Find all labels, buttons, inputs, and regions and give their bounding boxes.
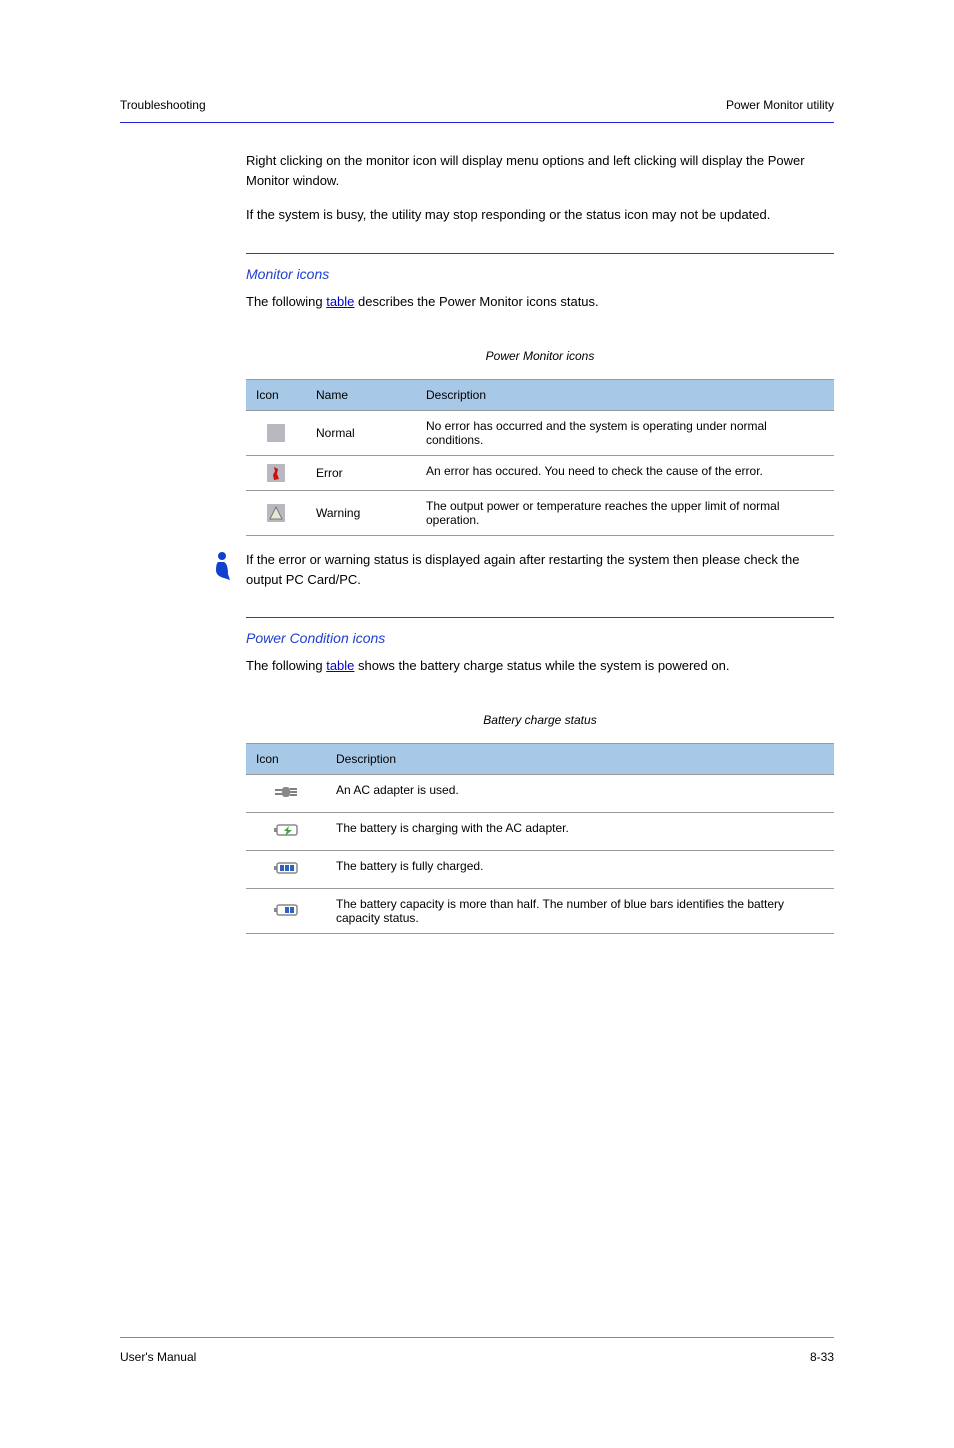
- table-row: The battery is charging with the AC adap…: [246, 813, 834, 851]
- footer-rule: [120, 1337, 834, 1338]
- subsection-title-monitor-icons: Monitor icons: [246, 266, 834, 282]
- note-block: If the error or warning status is displa…: [210, 550, 834, 589]
- cell-name: Normal: [306, 411, 416, 456]
- col-desc: Description: [416, 380, 834, 411]
- intro-text: The following: [246, 294, 326, 309]
- intro-text: The following: [246, 658, 326, 673]
- table-row: Error An error has occured. You need to …: [246, 456, 834, 491]
- table2-intro: The following table shows the battery ch…: [246, 658, 834, 673]
- monitor-icons-table: Icon Name Description Normal No error ha…: [246, 379, 834, 536]
- table1-caption: Power Monitor icons: [246, 349, 834, 363]
- warning-square-icon: [267, 504, 285, 522]
- table-row: An AC adapter is used.: [246, 775, 834, 813]
- cell-desc: The battery is fully charged.: [326, 851, 834, 889]
- table1-intro: The following table describes the Power …: [246, 294, 834, 309]
- table-row: Warning The output power or temperature …: [246, 491, 834, 536]
- charging-battery-icon: [271, 821, 301, 842]
- full-battery-icon: [271, 859, 301, 880]
- cell-desc: An AC adapter is used.: [326, 775, 834, 813]
- cell-name: Error: [306, 456, 416, 491]
- table-row: The battery is fully charged.: [246, 851, 834, 889]
- header-left: Troubleshooting: [120, 98, 206, 112]
- paragraph-2: If the system is busy, the utility may s…: [246, 205, 834, 225]
- footer-left: User's Manual: [120, 1350, 196, 1364]
- battery-status-table: Icon Description: [246, 743, 834, 934]
- page-header: Troubleshooting Power Monitor utility: [120, 98, 834, 122]
- header-rule: [120, 122, 834, 123]
- table-link[interactable]: table: [326, 294, 354, 309]
- page-footer: User's Manual 8-33: [120, 1350, 834, 1364]
- col-icon: Icon: [246, 380, 306, 411]
- cell-desc: The battery capacity is more than half. …: [326, 889, 834, 934]
- section-rule: [246, 253, 834, 254]
- intro-text-post: shows the battery charge status while th…: [354, 658, 729, 673]
- col-name: Name: [306, 380, 416, 411]
- person-note-icon: [210, 550, 236, 580]
- cell-desc: No error has occurred and the system is …: [416, 411, 834, 456]
- normal-square-icon: [267, 424, 285, 442]
- col-icon: Icon: [246, 744, 326, 775]
- table2-caption: Battery charge status: [246, 713, 834, 727]
- col-desc: Description: [326, 744, 834, 775]
- subsection-title-power-condition: Power Condition icons: [246, 630, 834, 646]
- table-row: Normal No error has occurred and the sys…: [246, 411, 834, 456]
- error-square-icon: [267, 464, 285, 482]
- ac-plug-icon: [271, 783, 301, 804]
- section-rule: [246, 617, 834, 618]
- table-row: The battery capacity is more than half. …: [246, 889, 834, 934]
- intro-text-post: describes the Power Monitor icons status…: [354, 294, 598, 309]
- cell-desc: An error has occured. You need to check …: [416, 456, 834, 491]
- note-text: If the error or warning status is displa…: [246, 550, 834, 589]
- header-right: Power Monitor utility: [726, 98, 834, 112]
- half-battery-icon: [271, 901, 301, 922]
- table-link[interactable]: table: [326, 658, 354, 673]
- cell-desc: The output power or temperature reaches …: [416, 491, 834, 536]
- footer-right: 8-33: [810, 1350, 834, 1364]
- cell-name: Warning: [306, 491, 416, 536]
- paragraph-1: Right clicking on the monitor icon will …: [246, 151, 834, 191]
- cell-desc: The battery is charging with the AC adap…: [326, 813, 834, 851]
